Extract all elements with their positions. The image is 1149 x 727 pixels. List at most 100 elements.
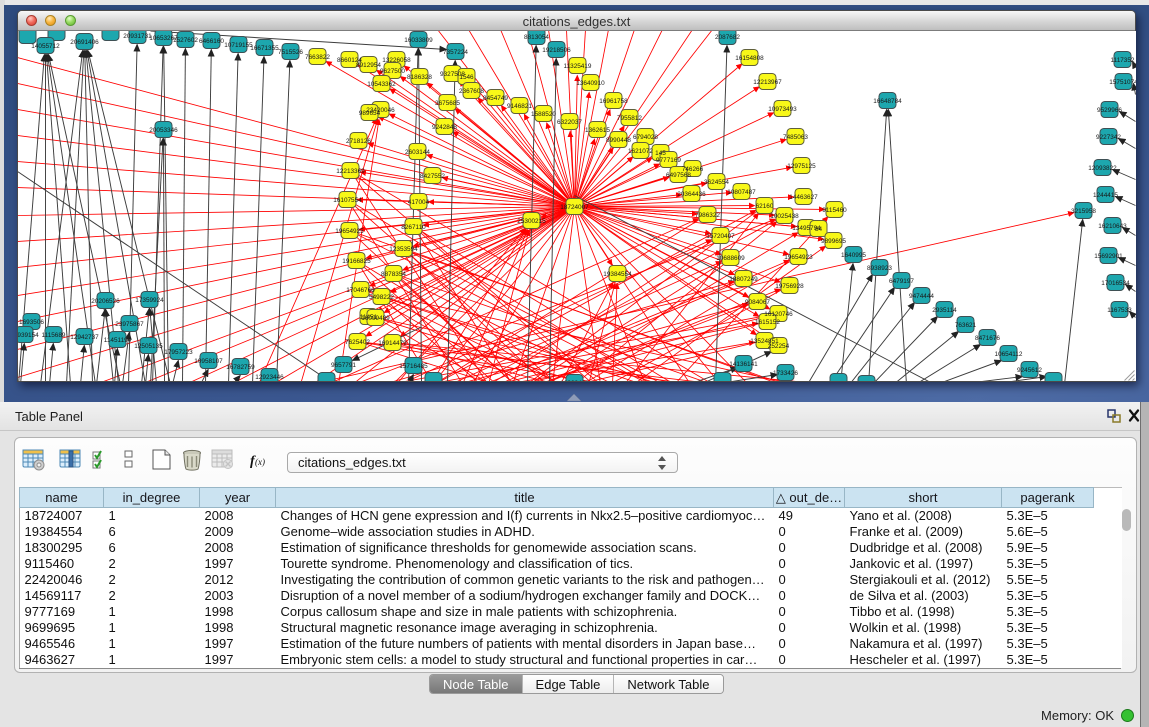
svg-text:14463627: 14463627 <box>789 194 818 201</box>
svg-text:2935114: 2935114 <box>932 307 957 314</box>
svg-text:15720407: 15720407 <box>706 233 735 240</box>
svg-text:13226058: 13226058 <box>382 57 411 64</box>
svg-text:989654: 989654 <box>359 110 381 117</box>
svg-text:9474444: 9474444 <box>909 293 934 300</box>
svg-text:10807487: 10807487 <box>727 189 756 196</box>
svg-text:12093822: 12093822 <box>1088 165 1117 172</box>
svg-text:763621: 763621 <box>955 322 977 329</box>
svg-text:7955812: 7955812 <box>617 115 642 122</box>
svg-text:2087682: 2087682 <box>715 34 740 41</box>
svg-text:2603144: 2603144 <box>405 149 430 156</box>
svg-text:9242848: 9242848 <box>432 124 457 131</box>
svg-text:9777169: 9777169 <box>656 157 681 164</box>
svg-text:8427552: 8427552 <box>420 173 445 180</box>
svg-text:18724007: 18724007 <box>560 204 589 211</box>
svg-text:20206526: 20206526 <box>91 298 120 305</box>
svg-text:3624554: 3624554 <box>704 179 729 186</box>
svg-text:1621072: 1621072 <box>628 148 653 155</box>
svg-text:15751074: 15751074 <box>1109 79 1136 86</box>
svg-text:10688609: 10688609 <box>716 255 745 262</box>
svg-text:(x): (x) <box>255 457 265 467</box>
svg-text:1588520: 1588520 <box>531 111 556 118</box>
svg-text:8912954: 8912954 <box>356 62 381 69</box>
svg-text:8938923: 8938923 <box>867 265 892 272</box>
svg-text:6497568: 6497568 <box>666 172 691 179</box>
svg-text:15692901: 15692901 <box>1094 253 1123 260</box>
svg-text:11451194: 11451194 <box>104 337 132 344</box>
svg-text:19218506: 19218506 <box>542 47 571 54</box>
svg-text:16671355: 16671355 <box>250 45 279 52</box>
svg-text:6794028: 6794028 <box>633 134 658 141</box>
svg-text:16782759: 16782759 <box>226 364 255 371</box>
svg-text:16033809: 16033809 <box>404 37 433 44</box>
svg-text:9245612: 9245612 <box>1017 367 1042 374</box>
svg-text:1693506: 1693506 <box>19 319 44 326</box>
svg-text:12923448: 12923448 <box>560 380 589 381</box>
svg-text:23975867: 23975867 <box>115 321 144 328</box>
svg-text:9084067: 9084067 <box>745 299 770 306</box>
svg-text:12975125: 12975125 <box>787 163 816 170</box>
svg-text:9627500: 9627500 <box>380 68 405 75</box>
svg-text:16107554: 16107554 <box>333 197 362 204</box>
svg-text:252254: 252254 <box>768 343 790 350</box>
svg-text:7485063: 7485063 <box>783 134 808 141</box>
svg-text:17046766: 17046766 <box>346 287 375 294</box>
svg-text:10543362: 10543362 <box>367 81 396 88</box>
svg-text:10973493: 10973493 <box>768 106 797 113</box>
svg-text:20691406: 20691406 <box>70 39 99 46</box>
svg-text:12213967: 12213967 <box>753 79 782 86</box>
svg-text:9115460: 9115460 <box>822 207 847 214</box>
svg-text:7663822: 7663822 <box>305 54 330 61</box>
svg-text:18807249: 18807249 <box>729 276 758 283</box>
svg-text:16648784: 16648784 <box>873 98 902 105</box>
svg-text:12942737: 12942737 <box>70 334 99 341</box>
svg-text:10654112: 10654112 <box>995 351 1023 358</box>
svg-text:12353594: 12353594 <box>389 246 418 253</box>
svg-text:3675685: 3675685 <box>435 100 460 107</box>
svg-text:19654923: 19654923 <box>784 254 813 261</box>
svg-text:1546: 1546 <box>459 74 474 81</box>
svg-text:10025438: 10025438 <box>770 213 799 220</box>
svg-text:8454749: 8454749 <box>483 95 508 102</box>
svg-text:19756928: 19756928 <box>775 283 804 290</box>
svg-text:1117352: 1117352 <box>1111 57 1135 64</box>
svg-text:7357224: 7357224 <box>443 49 468 56</box>
svg-text:9529966: 9529966 <box>1097 107 1122 114</box>
svg-text:9899695: 9899695 <box>821 238 846 245</box>
svg-text:16210643: 16210643 <box>1098 223 1127 230</box>
svg-text:9146821: 9146821 <box>507 103 532 110</box>
svg-text:16154808: 16154808 <box>735 55 764 62</box>
svg-text:6479197: 6479197 <box>889 278 914 285</box>
svg-text:1733426: 1733426 <box>773 370 798 377</box>
svg-text:20053346: 20053346 <box>149 127 178 134</box>
svg-text:19654925: 19654925 <box>335 228 364 235</box>
svg-text:1640995: 1640995 <box>841 252 866 259</box>
svg-text:19166825: 19166825 <box>342 258 371 265</box>
svg-text:6322037: 6322037 <box>557 119 582 126</box>
svg-text:10958107: 10958107 <box>194 358 223 365</box>
svg-text:17359924: 17359924 <box>135 297 164 304</box>
svg-text:2367608: 2367608 <box>459 88 484 95</box>
svg-text:9227342: 9227342 <box>1096 134 1121 141</box>
svg-text:14136141: 14136141 <box>729 361 758 368</box>
svg-text:20364436: 20364436 <box>677 191 706 198</box>
svg-text:16914479: 16914479 <box>378 340 407 347</box>
svg-text:16120746: 16120746 <box>764 311 793 318</box>
svg-text:11325419: 11325419 <box>564 63 592 70</box>
svg-text:3215958: 3215958 <box>1071 208 1096 215</box>
svg-text:16099489: 16099489 <box>361 315 390 322</box>
svg-text:84: 84 <box>815 226 823 233</box>
svg-text:8813054: 8813054 <box>524 34 549 41</box>
svg-text:6466160: 6466160 <box>199 38 224 45</box>
svg-text:1527602: 1527602 <box>173 37 198 44</box>
svg-text:16939154: 16939154 <box>18 332 39 339</box>
svg-text:417004: 417004 <box>408 199 430 206</box>
svg-text:1115689: 1115689 <box>42 332 66 339</box>
svg-text:2718126: 2718126 <box>346 138 371 145</box>
svg-text:7625402: 7625402 <box>345 339 370 346</box>
svg-text:17016534: 17016534 <box>1101 280 1130 287</box>
svg-text:7515526: 7515526 <box>278 49 303 56</box>
svg-text:17957223: 17957223 <box>164 349 193 356</box>
svg-text:145: 145 <box>655 150 666 157</box>
svg-text:9657791: 9657791 <box>331 362 356 369</box>
